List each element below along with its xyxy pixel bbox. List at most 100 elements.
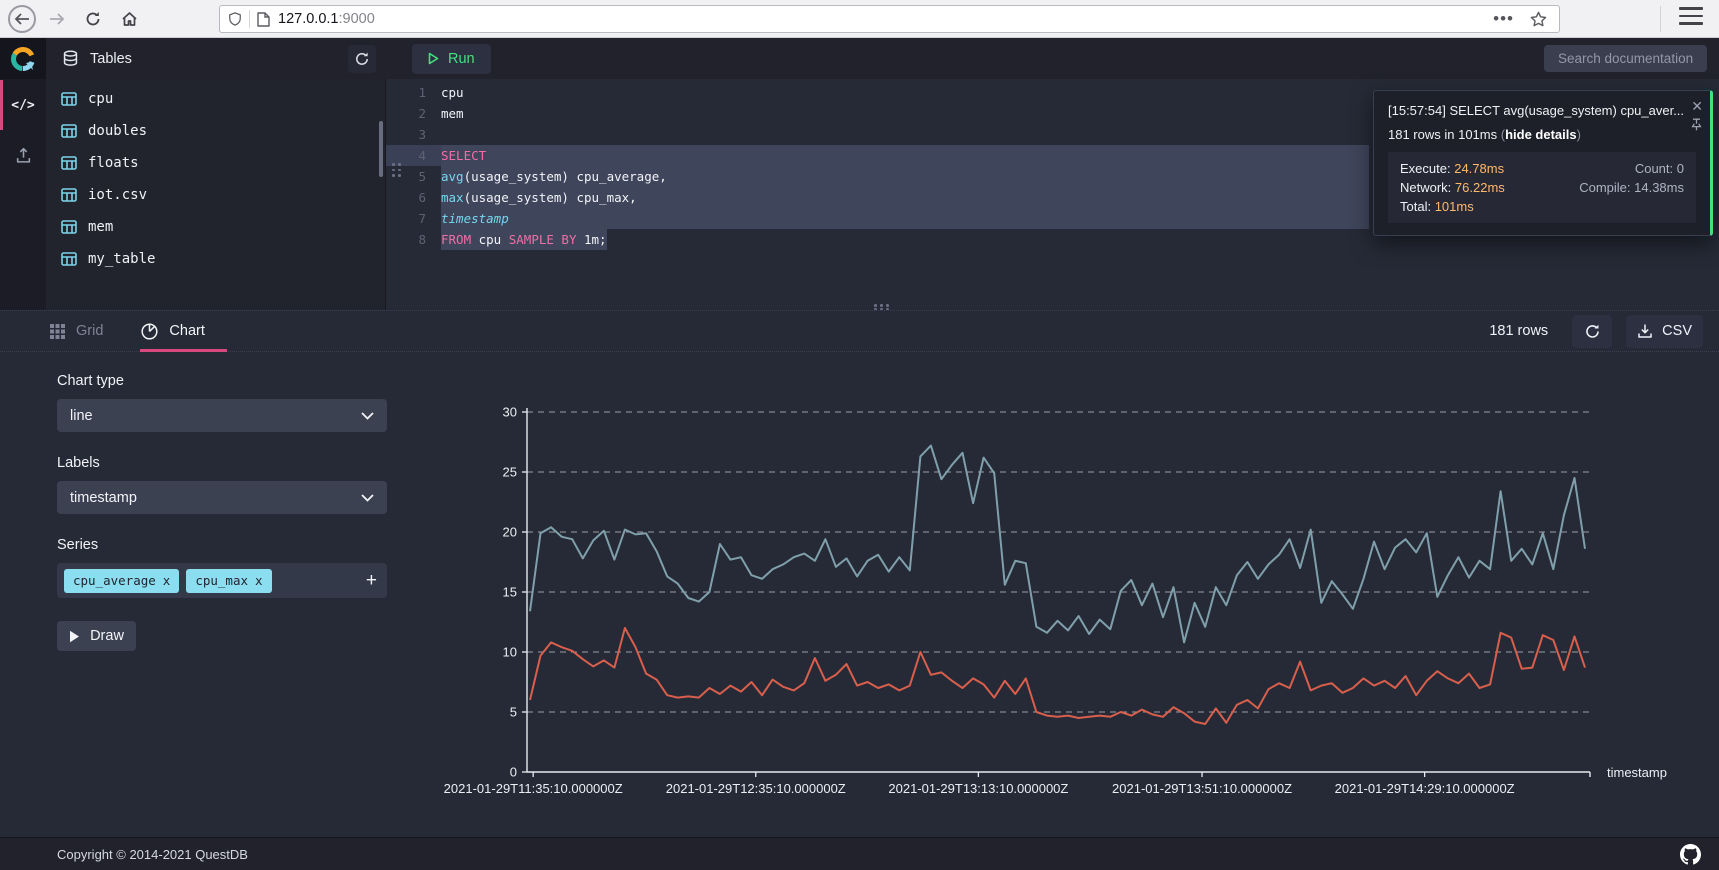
grid-icon [50, 324, 65, 339]
github-icon[interactable] [1680, 844, 1701, 865]
table-icon [61, 156, 77, 170]
browser-forward-button[interactable] [42, 4, 72, 34]
add-series-button[interactable]: + [366, 570, 377, 592]
page-icon [257, 12, 270, 27]
table-item-doubles[interactable]: doubles [46, 115, 385, 147]
line-chart: 0510152025302021-01-29T11:35:10.000000Z2… [480, 401, 1719, 811]
line-content: FROM cpu SAMPLE BY 1m; [441, 229, 607, 250]
toolbar-divider [1660, 6, 1661, 32]
draw-label: Draw [90, 628, 124, 644]
run-query-button[interactable]: Run [412, 44, 491, 74]
horizontal-splitter-grip[interactable] [874, 304, 891, 310]
table-item-floats[interactable]: floats [46, 147, 385, 179]
line-number: 3 [386, 124, 441, 145]
line-number: 7 [386, 208, 441, 229]
svg-text:10: 10 [503, 645, 517, 660]
labels-select[interactable]: timestamp [57, 481, 387, 514]
urlbar-divider [249, 10, 250, 28]
tables-panel-header: Tables [46, 38, 386, 79]
svg-text:5: 5 [510, 705, 517, 720]
total-time: 101ms [1435, 199, 1474, 214]
line-content: avg(usage_system) cpu_average, [441, 166, 1369, 187]
series-chip-cpu_max[interactable]: cpu_maxx [186, 569, 271, 593]
chart-type-select[interactable]: line [57, 399, 387, 432]
tab-grid[interactable]: Grid [50, 323, 103, 339]
series-box: cpu_averagexcpu_maxx + [57, 563, 387, 598]
line-content: max(usage_system) cpu_max, [441, 187, 1369, 208]
tables-title: Tables [90, 51, 132, 67]
table-name: my_table [88, 251, 155, 267]
table-icon [61, 252, 77, 266]
table-item-my_table[interactable]: my_table [46, 243, 385, 275]
tables-scrollbar[interactable] [379, 121, 383, 177]
series-label: Series [57, 537, 387, 553]
refresh-icon [1584, 323, 1601, 340]
series-chip-cpu_average[interactable]: cpu_average x [64, 569, 179, 593]
hide-details-link[interactable]: hide details [1505, 127, 1577, 142]
svg-text:30: 30 [503, 405, 517, 420]
notification-summary: 181 rows in 101ms (hide details) [1388, 127, 1684, 142]
browser-reload-button[interactable] [78, 4, 108, 34]
svg-text:2021-01-29T13:51:10.000000Z: 2021-01-29T13:51:10.000000Z [1112, 781, 1292, 796]
refresh-icon [354, 51, 370, 67]
chart-controls: Chart type line Labels timestamp Series … [57, 373, 387, 651]
table-item-mem[interactable]: mem [46, 211, 385, 243]
home-icon [121, 11, 138, 27]
table-name: doubles [88, 123, 147, 139]
line-number: 6 [386, 187, 441, 208]
tab-chart[interactable]: Chart [141, 323, 204, 340]
close-notification-icon[interactable]: ✕ [1691, 99, 1703, 113]
pin-notification-icon[interactable] [1691, 118, 1702, 131]
svg-text:2021-01-29T14:29:10.000000Z: 2021-01-29T14:29:10.000000Z [1335, 781, 1515, 796]
tab-grid-label: Grid [76, 323, 103, 339]
address-bar[interactable]: 127.0.0.1:9000 ••• [219, 5, 1560, 33]
table-item-iot.csv[interactable]: iot.csv [46, 179, 385, 211]
notification-title: [15:57:54] SELECT avg(usage_system) cpu_… [1388, 103, 1684, 118]
table-name: cpu [88, 91, 113, 107]
execute-time: 24.78ms [1454, 161, 1504, 176]
series-line-cpu_average [530, 628, 1585, 724]
labels-value: timestamp [70, 490, 137, 506]
line-number: 1 [386, 82, 441, 103]
refresh-results-button[interactable] [1572, 315, 1612, 348]
table-item-cpu[interactable]: cpu [46, 83, 385, 115]
page-actions-icon[interactable]: ••• [1493, 9, 1514, 29]
table-icon [61, 220, 77, 234]
url-port: :9000 [338, 11, 374, 27]
notification-details: Execute: 24.78ms Network: 76.22ms Total:… [1388, 152, 1696, 223]
rows-count: 181 rows [1489, 323, 1548, 339]
chip-remove-icon[interactable]: x [163, 573, 171, 588]
questdb-logo[interactable] [0, 38, 46, 79]
chevron-down-icon [361, 412, 374, 420]
series-line-cpu_max [530, 446, 1585, 643]
panel-splitter-grip[interactable] [392, 163, 401, 177]
browser-home-button[interactable] [114, 4, 144, 34]
tables-list: cpu doubles floatsiot.csvmem my_table [46, 83, 385, 275]
line-number: 8 [386, 229, 441, 250]
download-icon [1637, 323, 1653, 339]
refresh-tables-button[interactable] [348, 45, 376, 73]
browser-back-button[interactable] [8, 5, 36, 33]
chip-label: cpu_average [73, 573, 156, 588]
search-documentation-input[interactable] [1544, 45, 1707, 72]
chip-remove-icon[interactable]: x [255, 573, 263, 588]
reload-icon [85, 11, 101, 27]
app-topbar: Tables Run [0, 38, 1719, 79]
svg-text:2021-01-29T12:35:10.000000Z: 2021-01-29T12:35:10.000000Z [666, 781, 846, 796]
draw-button[interactable]: Draw [57, 621, 136, 651]
bookmark-star-icon[interactable] [1530, 11, 1547, 27]
table-icon [61, 188, 77, 202]
compile-time: 14.38ms [1634, 180, 1684, 195]
chart-type-label: Chart type [57, 373, 387, 389]
pie-chart-icon [141, 323, 158, 340]
import-upload-icon[interactable] [0, 141, 46, 169]
line-content: cpu [441, 82, 464, 103]
console-code-icon[interactable]: </> [0, 91, 46, 119]
browser-menu-button[interactable] [1679, 7, 1703, 25]
svg-text:0: 0 [510, 765, 517, 780]
download-csv-button[interactable]: CSV [1626, 315, 1703, 348]
database-icon [62, 50, 79, 67]
results-section: Grid Chart 181 rows CSV Chart type line [0, 310, 1719, 837]
svg-text:20: 20 [503, 525, 517, 540]
svg-text:25: 25 [503, 465, 517, 480]
